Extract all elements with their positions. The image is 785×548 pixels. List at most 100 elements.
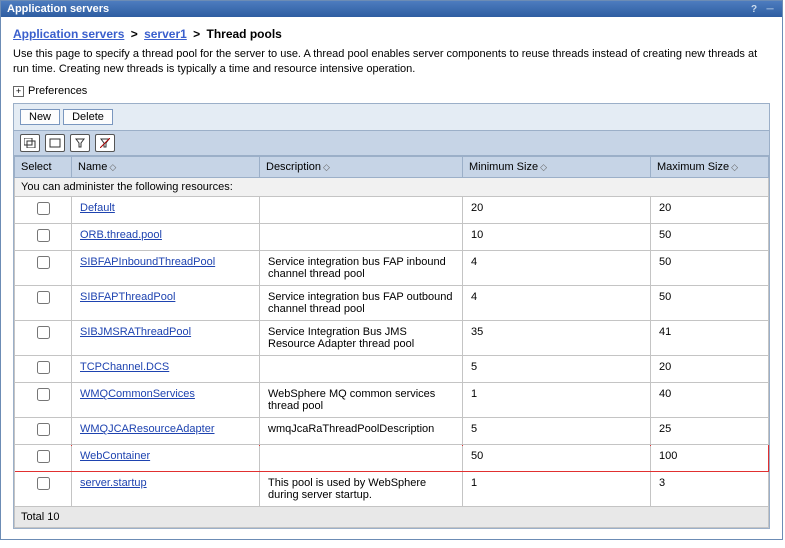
row-max-cell: 50 (651, 251, 769, 286)
row-name-link[interactable]: WMQJCAResourceAdapter (80, 423, 215, 435)
row-select-cell (15, 197, 72, 224)
row-checkbox[interactable] (37, 326, 50, 339)
row-desc-cell: This pool is used by WebSphere during se… (260, 472, 463, 507)
select-all-icon[interactable] (20, 134, 40, 152)
row-max-cell: 100 (651, 445, 769, 472)
row-name-link[interactable]: WMQCommonServices (80, 388, 195, 400)
button-bar: New Delete (14, 104, 770, 131)
row-checkbox[interactable] (37, 361, 50, 374)
row-max-cell: 50 (651, 286, 769, 321)
breadcrumb-current: Thread pools (207, 27, 282, 41)
row-name-cell: WMQJCAResourceAdapter (72, 418, 260, 445)
sort-icon[interactable]: ◇ (540, 162, 547, 172)
row-select-cell (15, 224, 72, 251)
new-button[interactable]: New (20, 109, 60, 125)
row-name-cell: SIBFAPThreadPool (72, 286, 260, 321)
minimize-icon[interactable]: ─ (764, 3, 776, 15)
row-min-cell: 4 (463, 286, 651, 321)
col-select: Select (15, 157, 72, 178)
table-row: WebContainer50100 (15, 445, 769, 472)
row-min-cell: 1 (463, 383, 651, 418)
help-icon[interactable]: ? (748, 3, 760, 15)
row-name-link[interactable]: ORB.thread.pool (80, 229, 162, 241)
delete-button[interactable]: Delete (63, 109, 113, 125)
row-select-cell (15, 472, 72, 507)
col-min[interactable]: Minimum Size◇ (463, 157, 651, 178)
row-name-cell: server.startup (72, 472, 260, 507)
row-select-cell (15, 418, 72, 445)
row-name-cell: ORB.thread.pool (72, 224, 260, 251)
table-row: TCPChannel.DCS 520 (15, 356, 769, 383)
row-desc-cell: Service integration bus FAP outbound cha… (260, 286, 463, 321)
data-grid: Select Name◇ Description◇ Minimum Size◇ … (14, 156, 769, 528)
row-name-link[interactable]: TCPChannel.DCS (80, 361, 169, 373)
row-select-cell (15, 445, 72, 472)
preferences-toggle[interactable]: + Preferences (13, 85, 87, 97)
row-checkbox[interactable] (37, 477, 50, 490)
row-checkbox[interactable] (37, 388, 50, 401)
sort-icon[interactable]: ◇ (109, 162, 116, 172)
row-max-cell: 40 (651, 383, 769, 418)
row-select-cell (15, 251, 72, 286)
total-label: Total 10 (15, 507, 769, 528)
deselect-all-icon[interactable] (45, 134, 65, 152)
row-checkbox[interactable] (37, 229, 50, 242)
row-checkbox[interactable] (37, 291, 50, 304)
sort-icon[interactable]: ◇ (731, 162, 738, 172)
filter-icon[interactable] (70, 134, 90, 152)
admin-message: You can administer the following resourc… (15, 178, 769, 197)
row-min-cell: 35 (463, 321, 651, 356)
table-row: Default 2020 (15, 197, 769, 224)
row-desc-cell: Service Integration Bus JMS Resource Ada… (260, 321, 463, 356)
row-max-cell: 50 (651, 224, 769, 251)
row-name-link[interactable]: Default (80, 202, 115, 214)
row-checkbox[interactable] (37, 256, 50, 269)
sort-icon[interactable]: ◇ (323, 162, 330, 172)
row-name-cell: WMQCommonServices (72, 383, 260, 418)
row-name-link[interactable]: SIBJMSRAThreadPool (80, 326, 191, 338)
panel: Application servers ? ─ Application serv… (0, 0, 783, 540)
breadcrumb: Application servers > server1 > Thread p… (13, 27, 770, 41)
row-desc-cell (260, 197, 463, 224)
content-table: New Delete (13, 103, 770, 529)
row-min-cell: 20 (463, 197, 651, 224)
col-max[interactable]: Maximum Size◇ (651, 157, 769, 178)
row-checkbox[interactable] (37, 450, 50, 463)
breadcrumb-sep: > (193, 27, 200, 41)
row-max-cell: 3 (651, 472, 769, 507)
table-row: SIBFAPInboundThreadPool Service integrati… (15, 251, 769, 286)
row-checkbox[interactable] (37, 423, 50, 436)
row-select-cell (15, 383, 72, 418)
row-max-cell: 20 (651, 197, 769, 224)
row-min-cell: 10 (463, 224, 651, 251)
panel-body: Application servers > server1 > Thread p… (1, 17, 782, 539)
row-desc-cell (260, 224, 463, 251)
col-name[interactable]: Name◇ (72, 157, 260, 178)
total-row: Total 10 (15, 507, 769, 528)
row-desc-cell: Service integration bus FAP inbound chan… (260, 251, 463, 286)
table-row: server.startup This pool is used by WebSp… (15, 472, 769, 507)
titlebar: Application servers ? ─ (1, 1, 782, 17)
table-row: SIBJMSRAThreadPool Service Integration Bu… (15, 321, 769, 356)
row-name-link[interactable]: SIBFAPThreadPool (80, 291, 175, 303)
breadcrumb-link-appservers[interactable]: Application servers (13, 27, 124, 41)
breadcrumb-link-server[interactable]: server1 (144, 27, 187, 41)
clear-filter-icon[interactable] (95, 134, 115, 152)
row-name-cell: Default (72, 197, 260, 224)
row-name-cell: TCPChannel.DCS (72, 356, 260, 383)
row-max-cell: 20 (651, 356, 769, 383)
row-min-cell: 5 (463, 418, 651, 445)
row-min-cell: 5 (463, 356, 651, 383)
col-description[interactable]: Description◇ (260, 157, 463, 178)
titlebar-title: Application servers (7, 3, 109, 15)
table-row: WMQJCAResourceAdapterwmqJcaRaThreadPoolD… (15, 418, 769, 445)
row-checkbox[interactable] (37, 202, 50, 215)
row-name-link[interactable]: server.startup (80, 477, 147, 489)
row-name-link[interactable]: WebContainer (80, 450, 150, 462)
titlebar-icons: ? ─ (748, 3, 776, 15)
row-max-cell: 41 (651, 321, 769, 356)
row-name-link[interactable]: SIBFAPInboundThreadPool (80, 256, 215, 268)
row-desc-cell (260, 356, 463, 383)
row-min-cell: 4 (463, 251, 651, 286)
row-name-cell: WebContainer (72, 445, 260, 472)
